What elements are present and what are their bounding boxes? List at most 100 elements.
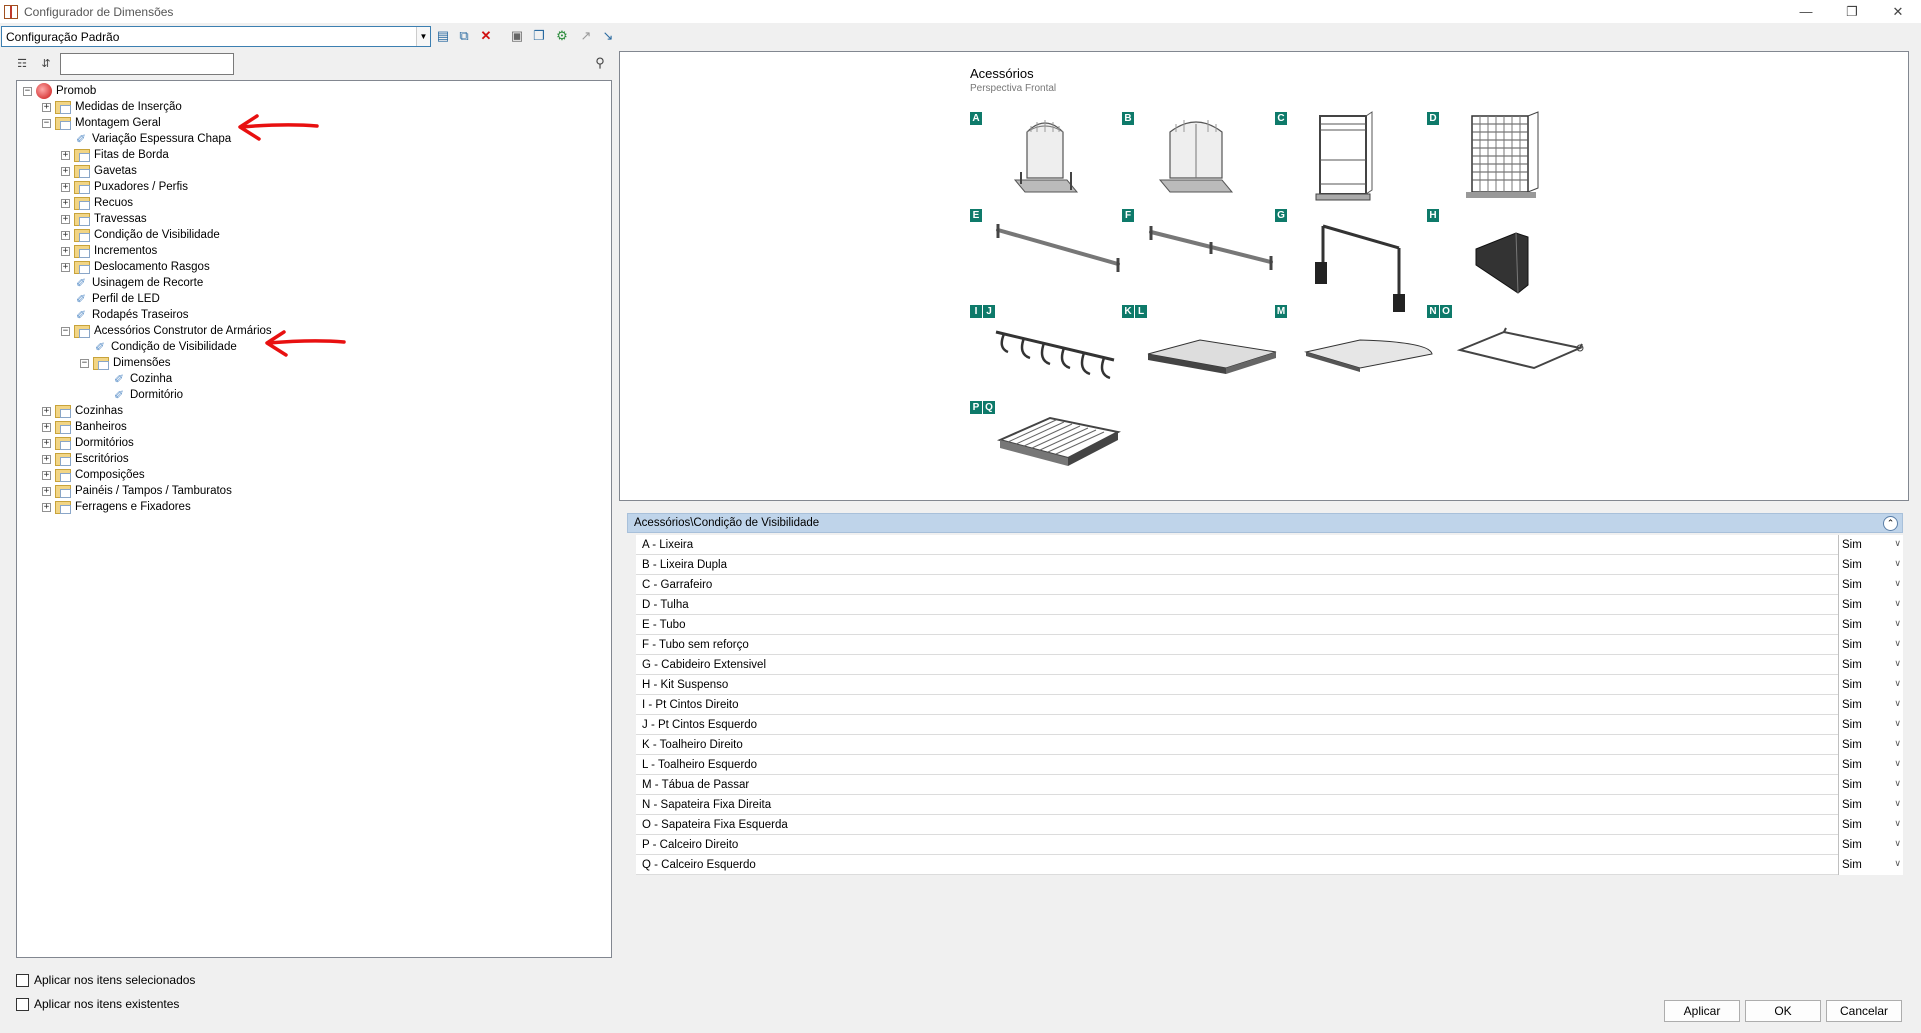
expand-icon[interactable]: +: [42, 470, 51, 480]
tree-item[interactable]: − Montagem Geral: [42, 115, 161, 131]
tree-item[interactable]: + Escritórios: [42, 451, 129, 467]
property-value-select[interactable]: Sim ∨: [1838, 735, 1903, 755]
property-value-select[interactable]: Sim ∨: [1838, 595, 1903, 615]
chevron-down-icon[interactable]: ∨: [1894, 578, 1901, 589]
expand-icon[interactable]: +: [42, 438, 51, 448]
chevron-down-icon[interactable]: ∨: [1894, 598, 1901, 609]
property-value-select[interactable]: Sim ∨: [1838, 775, 1903, 795]
expand-icon[interactable]: +: [42, 102, 51, 112]
search-input[interactable]: [60, 53, 234, 75]
collapse-icon[interactable]: −: [80, 358, 89, 368]
chevron-down-icon[interactable]: ∨: [1894, 758, 1901, 769]
chevron-down-icon[interactable]: ∨: [1894, 818, 1901, 829]
expand-icon[interactable]: +: [61, 166, 70, 176]
tree-item[interactable]: − Dimensões: [80, 355, 171, 371]
apply-selected-option[interactable]: Aplicar nos itens selecionados: [16, 972, 195, 988]
chevron-down-icon[interactable]: ∨: [1894, 678, 1901, 689]
tree-item[interactable]: + Puxadores / Perfis: [61, 179, 188, 195]
property-value-select[interactable]: Sim ∨: [1838, 795, 1903, 815]
property-value-select[interactable]: Sim ∨: [1838, 815, 1903, 835]
restore-button[interactable]: ❐: [1829, 0, 1875, 23]
delete-icon[interactable]: ✕: [477, 27, 495, 45]
expand-link-icon[interactable]: ↘: [599, 27, 617, 45]
tree-item[interactable]: + Condição de Visibilidade: [61, 227, 220, 243]
tree-item[interactable]: + Painéis / Tampos / Tamburatos: [42, 483, 232, 499]
expand-icon[interactable]: +: [61, 150, 70, 160]
tree-item[interactable]: + Recuos: [61, 195, 133, 211]
tree-view-icon[interactable]: ☶: [14, 55, 30, 71]
expand-icon[interactable]: +: [42, 422, 51, 432]
chevron-down-icon[interactable]: ▼: [416, 27, 430, 46]
collapse-icon[interactable]: −: [61, 326, 70, 336]
property-value-select[interactable]: Sim ∨: [1838, 655, 1903, 675]
expand-icon[interactable]: +: [61, 198, 70, 208]
tree-item[interactable]: − Promob: [23, 83, 96, 99]
new-config-icon[interactable]: ⧉: [455, 27, 473, 45]
collapse-link-icon[interactable]: ↗: [577, 27, 595, 45]
copy-icon[interactable]: ❐: [530, 27, 548, 45]
tree-item[interactable]: ✐ Usinagem de Recorte: [61, 275, 203, 291]
expand-icon[interactable]: +: [61, 182, 70, 192]
tree-item[interactable]: + Medidas de Inserção: [42, 99, 182, 115]
configuration-select[interactable]: Configuração Padrão ▼: [1, 26, 431, 47]
apply-button[interactable]: Aplicar: [1664, 1000, 1740, 1022]
collapse-icon[interactable]: ⌃: [1883, 516, 1898, 531]
property-value-select[interactable]: Sim ∨: [1838, 575, 1903, 595]
tree-item[interactable]: + Ferragens e Fixadores: [42, 499, 191, 515]
expand-icon[interactable]: +: [61, 230, 70, 240]
chevron-down-icon[interactable]: ∨: [1894, 778, 1901, 789]
binoculars-icon[interactable]: ⚲: [592, 55, 608, 71]
chevron-down-icon[interactable]: ∨: [1894, 718, 1901, 729]
sort-icon[interactable]: ⇵: [38, 55, 54, 71]
ok-button[interactable]: OK: [1745, 1000, 1821, 1022]
property-value-select[interactable]: Sim ∨: [1838, 615, 1903, 635]
chevron-down-icon[interactable]: ∨: [1894, 738, 1901, 749]
tree-item[interactable]: + Deslocamento Rasgos: [61, 259, 210, 275]
expand-icon[interactable]: +: [61, 246, 70, 256]
tree-item[interactable]: − Acessórios Construtor de Armários: [61, 323, 272, 339]
chevron-down-icon[interactable]: ∨: [1894, 558, 1901, 569]
chevron-down-icon[interactable]: ∨: [1894, 638, 1901, 649]
expand-icon[interactable]: +: [42, 486, 51, 496]
expand-icon[interactable]: +: [42, 502, 51, 512]
property-value-select[interactable]: Sim ∨: [1838, 555, 1903, 575]
tree-item[interactable]: + Fitas de Borda: [61, 147, 169, 163]
collapse-icon[interactable]: −: [23, 86, 32, 96]
tree-item[interactable]: ✐ Perfil de LED: [61, 291, 160, 307]
apply-selected-checkbox[interactable]: [16, 973, 29, 987]
tree-item[interactable]: + Cozinhas: [42, 403, 123, 419]
property-value-select[interactable]: Sim ∨: [1838, 715, 1903, 735]
tree-item[interactable]: + Gavetas: [61, 163, 137, 179]
chevron-down-icon[interactable]: ∨: [1894, 538, 1901, 549]
property-value-select[interactable]: Sim ∨: [1838, 635, 1903, 655]
property-value-select[interactable]: Sim ∨: [1838, 535, 1903, 555]
tree-item[interactable]: ✐ Rodapés Traseiros: [61, 307, 189, 323]
property-value-select[interactable]: Sim ∨: [1838, 855, 1903, 875]
export-icon[interactable]: ⚙: [553, 27, 571, 45]
tree-item[interactable]: + Composições: [42, 467, 145, 483]
minimize-button[interactable]: —: [1783, 0, 1829, 23]
tree-item[interactable]: + Dormitórios: [42, 435, 134, 451]
chevron-down-icon[interactable]: ∨: [1894, 838, 1901, 849]
tree-item[interactable]: + Banheiros: [42, 419, 127, 435]
tree-item[interactable]: + Travessas: [61, 211, 147, 227]
cancel-button[interactable]: Cancelar: [1826, 1000, 1902, 1022]
tree-panel[interactable]: − Promob + Medidas de Inserção − Montagem Ger…: [16, 80, 612, 958]
expand-icon[interactable]: +: [42, 406, 51, 416]
apply-existing-option[interactable]: Aplicar nos itens existentes: [16, 996, 179, 1012]
save-icon[interactable]: ▣: [508, 27, 526, 45]
tree-item[interactable]: ✐ Cozinha: [99, 371, 172, 387]
tree-item[interactable]: ✐ Variação Espessura Chapa: [61, 131, 231, 147]
chevron-down-icon[interactable]: ∨: [1894, 798, 1901, 809]
chevron-down-icon[interactable]: ∨: [1894, 618, 1901, 629]
property-value-select[interactable]: Sim ∨: [1838, 835, 1903, 855]
close-button[interactable]: ✕: [1875, 0, 1921, 23]
property-value-select[interactable]: Sim ∨: [1838, 695, 1903, 715]
property-value-select[interactable]: Sim ∨: [1838, 755, 1903, 775]
tree-item[interactable]: + Incrementos: [61, 243, 157, 259]
expand-icon[interactable]: +: [42, 454, 51, 464]
chevron-down-icon[interactable]: ∨: [1894, 658, 1901, 669]
collapse-icon[interactable]: −: [42, 118, 51, 128]
property-value-select[interactable]: Sim ∨: [1838, 675, 1903, 695]
rename-icon[interactable]: ▤: [434, 27, 452, 45]
